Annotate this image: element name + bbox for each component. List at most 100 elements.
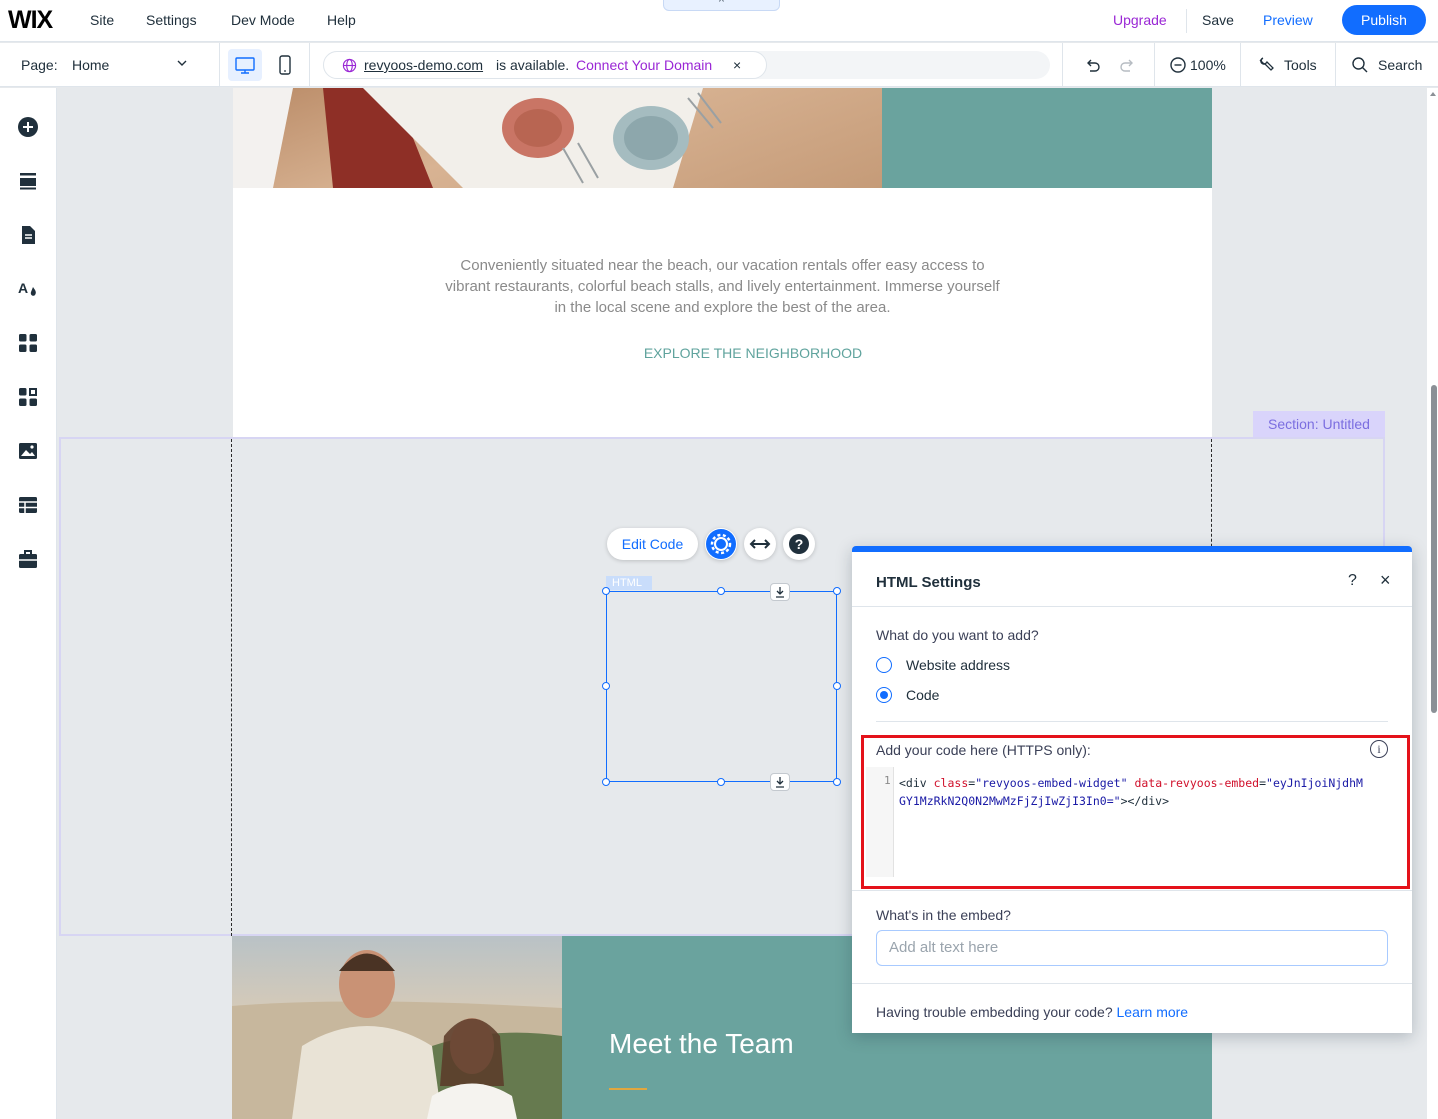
radio-label-code[interactable]: Code — [906, 687, 939, 703]
code-token: "revyoos-embed-widget" — [975, 776, 1128, 790]
zoom-out-icon[interactable] — [1169, 56, 1187, 74]
top-bar: WIX Site Settings Dev Mode Help ^ Upgrad… — [0, 0, 1438, 42]
divider — [852, 606, 1412, 607]
divider — [852, 983, 1412, 984]
left-sidebar: A — [0, 88, 57, 1119]
download-icon — [776, 587, 784, 598]
panel-close-icon[interactable]: × — [1380, 570, 1391, 591]
svg-text:?: ? — [795, 536, 804, 552]
pages-icon[interactable] — [17, 224, 39, 246]
line-number: 1 — [884, 774, 891, 787]
scroll-up-icon[interactable] — [1429, 90, 1437, 98]
redo-icon[interactable] — [1118, 57, 1136, 75]
divider — [852, 890, 1412, 891]
alt-text-input[interactable]: Add alt text here — [876, 930, 1388, 966]
undo-icon[interactable] — [1084, 57, 1102, 75]
page-label: Page: — [21, 57, 58, 73]
help-button[interactable]: ? — [783, 528, 815, 560]
scrollbar-thumb[interactable] — [1431, 385, 1437, 713]
add-elements-icon[interactable] — [17, 116, 39, 138]
html-embed-element[interactable] — [606, 591, 837, 782]
section-tag[interactable]: Section: Untitled — [1253, 411, 1385, 437]
divider — [1186, 9, 1187, 33]
connect-domain-link[interactable]: Connect Your Domain — [576, 52, 712, 78]
media-icon[interactable] — [17, 440, 39, 462]
resize-handle[interactable] — [833, 587, 841, 595]
gear-icon — [706, 529, 736, 559]
upgrade-link[interactable]: Upgrade — [1113, 12, 1167, 28]
menu-site[interactable]: Site — [90, 12, 114, 28]
desktop-view-button[interactable] — [228, 49, 262, 81]
chevron-down-icon[interactable] — [176, 57, 188, 69]
menu-settings[interactable]: Settings — [146, 12, 197, 28]
resize-handle[interactable] — [717, 587, 725, 595]
resize-handle[interactable] — [833, 778, 841, 786]
resize-handle[interactable] — [602, 682, 610, 690]
title-underline — [609, 1088, 647, 1090]
search-icon[interactable] — [1351, 56, 1369, 74]
zoom-level[interactable]: 100% — [1190, 57, 1226, 73]
anchor-bottom-button[interactable] — [770, 773, 790, 791]
team-photo-illustration — [232, 950, 562, 1119]
grid-line-left — [231, 439, 232, 936]
cms-icon[interactable] — [17, 494, 39, 516]
design-icon[interactable]: A — [17, 278, 39, 300]
page-select[interactable]: Home — [72, 57, 109, 73]
close-icon[interactable]: × — [733, 52, 741, 78]
learn-more-link[interactable]: Learn more — [1117, 1004, 1189, 1020]
neighborhood-text[interactable]: Conveniently situated near the beach, ou… — [445, 255, 1000, 318]
embed-label: What's in the embed? — [876, 907, 1011, 923]
help-icon: ? — [789, 534, 809, 554]
anchor-top-button[interactable] — [770, 583, 790, 601]
info-icon[interactable]: i — [1370, 740, 1388, 758]
divider — [1335, 43, 1336, 87]
collapse-handle[interactable]: ^ — [663, 0, 780, 11]
stretch-icon — [749, 539, 771, 549]
save-button[interactable]: Save — [1202, 12, 1234, 28]
stretch-button[interactable] — [744, 528, 776, 560]
teal-block — [882, 88, 1212, 188]
tools-icon[interactable] — [1257, 56, 1275, 74]
table-setting-illustration — [233, 88, 722, 188]
divider — [219, 43, 220, 87]
divider — [1154, 43, 1155, 87]
mobile-view-button[interactable] — [268, 49, 302, 81]
resize-handle[interactable] — [717, 778, 725, 786]
radio-website-address[interactable] — [876, 657, 892, 673]
code-token: = — [1259, 776, 1267, 790]
code-field-label: Add your code here (HTTPS only): — [876, 742, 1091, 758]
team-title[interactable]: Meet the Team — [609, 1028, 794, 1060]
tools-button[interactable]: Tools — [1284, 57, 1317, 73]
code-highlight-frame — [861, 735, 1410, 889]
restaurant-table-image[interactable] — [233, 88, 882, 188]
settings-button[interactable] — [705, 528, 737, 560]
divider — [1240, 43, 1241, 87]
site-domain[interactable]: revyoos-demo.com — [364, 52, 483, 78]
radio-label-website-address[interactable]: Website address — [906, 657, 1010, 673]
edit-code-button[interactable]: Edit Code — [607, 528, 698, 560]
domain-pill: revyoos-demo.com is available. Connect Y… — [323, 51, 767, 79]
resize-handle[interactable] — [602, 778, 610, 786]
explore-neighborhood-link[interactable]: EXPLORE THE NEIGHBORHOOD — [633, 345, 873, 361]
panel-help-icon[interactable]: ? — [1348, 572, 1357, 590]
mobile-icon — [279, 55, 291, 75]
apps-icon[interactable] — [17, 332, 39, 354]
code-editor[interactable]: <div class = "revyoos-embed-widget" data-r… — [899, 774, 1369, 810]
portfolio-icon[interactable] — [17, 548, 39, 570]
search-button[interactable]: Search — [1378, 57, 1422, 73]
menu-dev-mode[interactable]: Dev Mode — [231, 12, 295, 28]
svg-text:A: A — [18, 280, 28, 296]
resize-handle[interactable] — [833, 682, 841, 690]
code-token: <div — [899, 776, 934, 790]
team-photo[interactable] — [232, 936, 562, 1119]
resize-handle[interactable] — [602, 587, 610, 595]
radio-code[interactable] — [876, 687, 892, 703]
menu-help[interactable]: Help — [327, 12, 356, 28]
business-apps-icon[interactable] — [17, 386, 39, 408]
footer-text: Having trouble embedding your code? — [876, 1004, 1113, 1020]
preview-button[interactable]: Preview — [1263, 12, 1313, 28]
wix-logo[interactable]: WIX — [8, 6, 53, 35]
publish-button[interactable]: Publish — [1342, 5, 1426, 35]
neighborhood-section[interactable]: Conveniently situated near the beach, ou… — [233, 188, 1212, 437]
add-section-icon[interactable] — [17, 170, 39, 192]
